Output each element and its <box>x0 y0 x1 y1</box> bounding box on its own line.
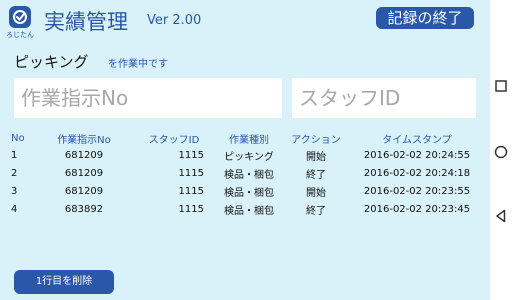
cell-action: 開始 <box>306 151 326 163</box>
cell-no: 1 <box>11 149 18 161</box>
table-row[interactable]: 2 681209 1115 検品・梱包 終了 2016-02-02 20:24:… <box>6 164 484 182</box>
cell-no: 3 <box>11 185 18 197</box>
table-row[interactable]: 1 681209 1115 ピッキング 開始 2016-02-02 20:24:… <box>6 146 484 164</box>
cell-no: 4 <box>11 203 18 215</box>
cell-type: 検品・梱包 <box>224 205 274 217</box>
app-logo: ろじたん <box>6 6 34 40</box>
cell-type: ピッキング <box>224 151 274 163</box>
cell-action: 終了 <box>306 205 326 217</box>
cell-order: 683892 <box>64 203 104 215</box>
table-row[interactable]: 4 683892 1115 検品・梱包 終了 2016-02-02 20:23:… <box>6 200 484 218</box>
android-navigation-bar <box>490 0 512 300</box>
logo-text: ろじたん <box>6 31 34 39</box>
version-label: Ver 2.00 <box>147 13 202 28</box>
cell-timestamp: 2016-02-02 20:24:18 <box>363 167 471 179</box>
cell-timestamp: 2016-02-02 20:23:45 <box>363 203 471 215</box>
app-screen: ろじたん 実績管理 Ver 2.00 記録の終了 ピッキング を作業中です No… <box>0 0 490 300</box>
column-header-action: アクション <box>291 134 341 146</box>
cell-order: 681209 <box>64 185 104 197</box>
cell-order: 681209 <box>64 167 104 179</box>
column-header-timestamp: タイムスタンプ <box>382 134 452 146</box>
current-task-label: ピッキング <box>14 53 89 71</box>
staff-id-input[interactable] <box>292 78 476 118</box>
triangle-back-icon[interactable] <box>493 208 509 224</box>
column-header-staff: スタッフID <box>148 134 200 146</box>
work-order-input[interactable] <box>14 78 282 118</box>
table-header-row: No 作業指示No スタッフID 作業種別 アクション タイムスタンプ <box>6 130 484 146</box>
cell-staff: 1115 <box>178 203 204 215</box>
cell-type: 検品・梱包 <box>224 187 274 199</box>
cell-type: 検品・梱包 <box>224 169 274 181</box>
cell-staff: 1115 <box>178 149 204 161</box>
column-header-type: 作業種別 <box>229 134 269 146</box>
column-header-order: 作業指示No <box>57 134 111 146</box>
logo-mark-icon <box>9 6 31 28</box>
end-recording-button[interactable]: 記録の終了 <box>376 7 474 29</box>
cell-no: 2 <box>11 167 18 179</box>
delete-first-row-button[interactable]: 1行目を削除 <box>14 270 114 294</box>
cell-action: 開始 <box>306 187 326 199</box>
cell-timestamp: 2016-02-02 20:23:55 <box>363 185 471 197</box>
cell-timestamp: 2016-02-02 20:24:55 <box>363 149 471 161</box>
cell-staff: 1115 <box>178 167 204 179</box>
column-header-no: No <box>11 132 25 144</box>
table-row[interactable]: 3 681209 1115 検品・梱包 開始 2016-02-02 20:23:… <box>6 182 484 200</box>
cell-order: 681209 <box>64 149 104 161</box>
cell-action: 終了 <box>306 169 326 181</box>
page-title: 実績管理 <box>44 10 128 34</box>
record-table: No 作業指示No スタッフID 作業種別 アクション タイムスタンプ 1 68… <box>6 130 484 218</box>
circle-home-icon[interactable] <box>493 144 509 160</box>
square-recent-apps-icon[interactable] <box>493 78 509 94</box>
current-task-suffix: を作業中です <box>108 59 168 70</box>
cell-staff: 1115 <box>178 185 204 197</box>
